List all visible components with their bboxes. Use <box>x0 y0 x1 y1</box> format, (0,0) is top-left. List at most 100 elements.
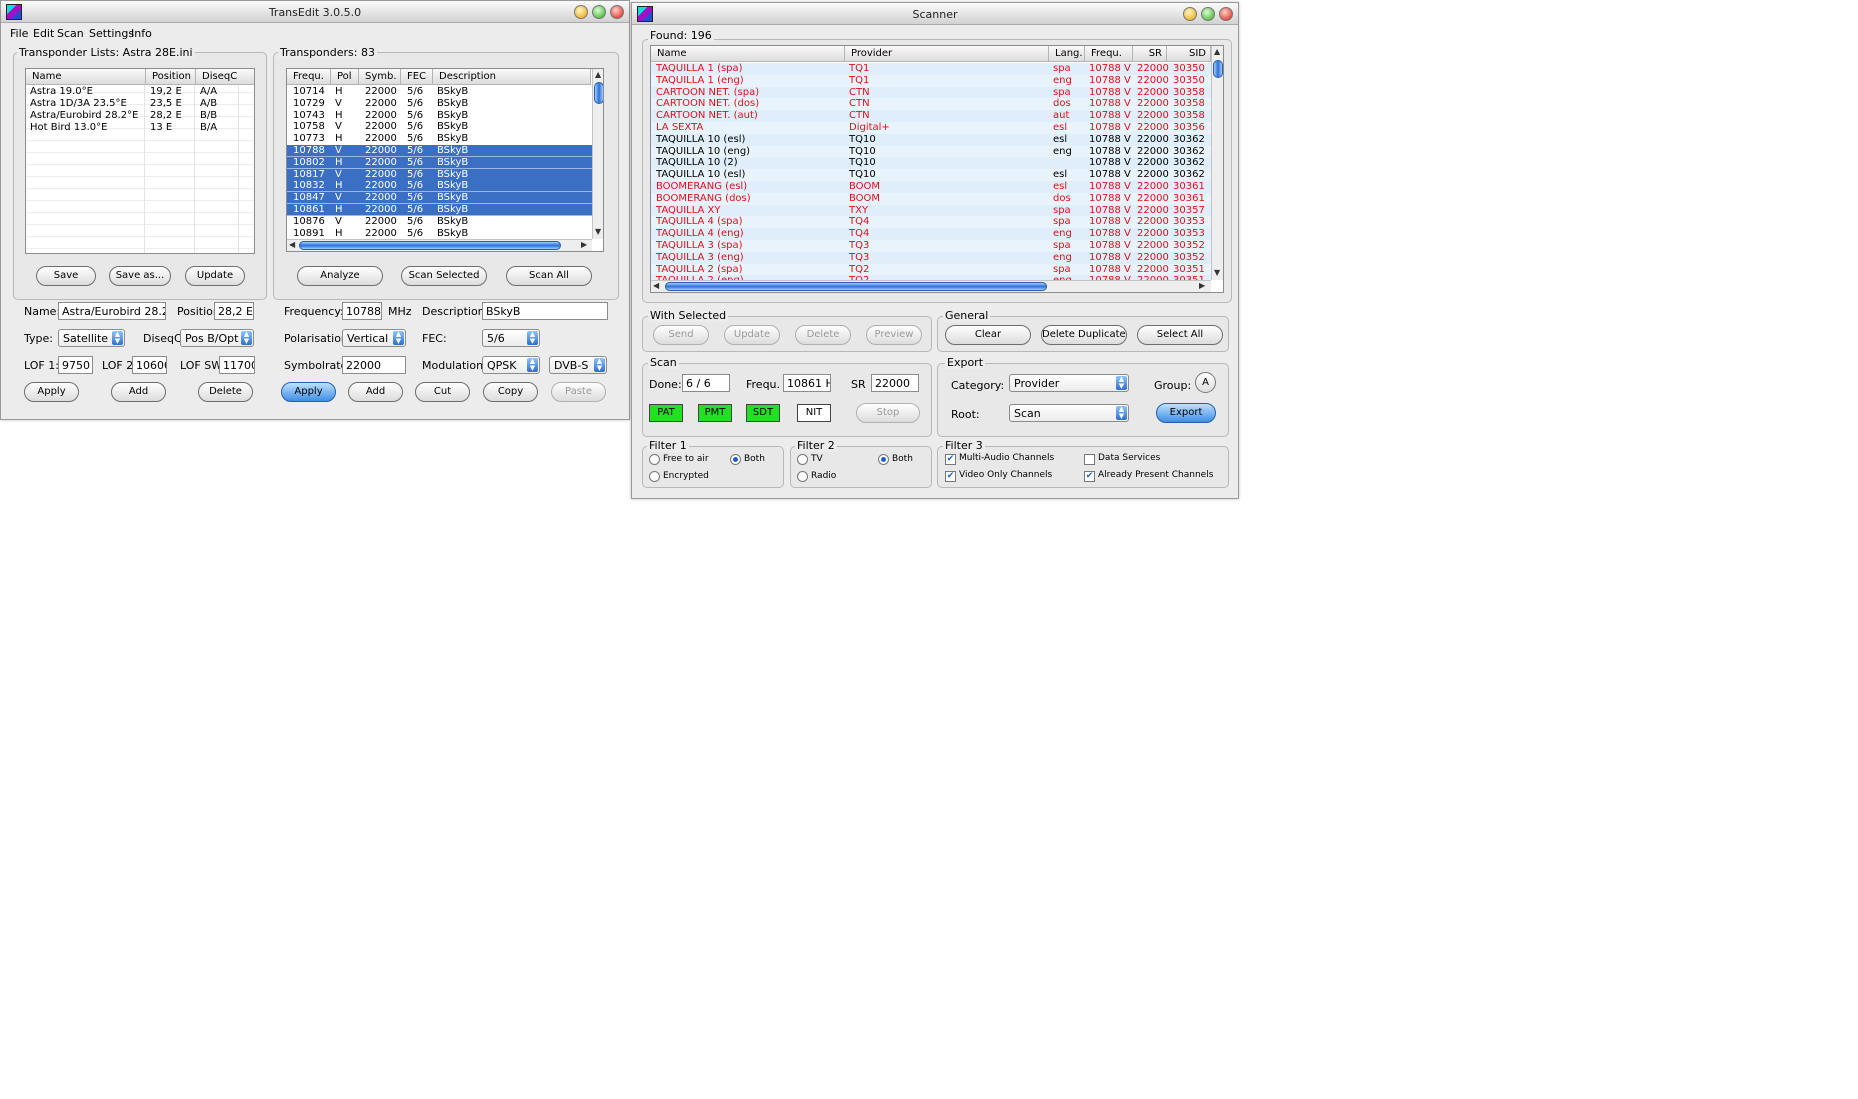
diseqc-select[interactable]: Pos B/Opt B ▲ ▼ <box>180 329 254 347</box>
delete-button[interactable]: Delete <box>795 325 851 345</box>
filter1-both-radio[interactable] <box>730 454 741 465</box>
transponders-vscroll[interactable]: ▲ ▼ <box>592 69 603 239</box>
col-header-frequ[interactable]: Frequ. <box>1085 46 1133 62</box>
free-to-air-radio[interactable] <box>649 454 660 465</box>
transedit-titlebar[interactable]: TransEdit 3.0.5.0 <box>1 1 629 23</box>
cut-button[interactable]: Cut <box>415 382 470 402</box>
name-field[interactable]: Astra/Eurobird 28.2°E <box>58 302 166 320</box>
multi-audio-checkbox[interactable]: ✔ <box>945 454 956 465</box>
fec-select[interactable]: 5/6 ▲ ▼ <box>482 329 540 347</box>
col-header-frequ[interactable]: Frequ. <box>287 69 331 85</box>
channel-row[interactable]: TAQUILLA 2 (spa) TQ2 spa 10788 V 22000 30351 <box>651 263 1211 276</box>
transponder-row[interactable]: 10876 V 22000 5/6 BSkyB <box>287 216 592 228</box>
position-field[interactable]: 28,2 E <box>214 302 254 320</box>
transponder-row[interactable]: 10773 H 22000 5/6 BSkyB <box>287 133 592 145</box>
data-services-checkbox[interactable] <box>1084 454 1095 465</box>
channel-row[interactable]: TAQUILLA 3 (eng) TQ3 eng 10788 V 22000 30352 <box>651 251 1211 264</box>
channel-row[interactable]: CARTOON NET. (dos) CTN dos 10788 V 22000 3035… <box>651 98 1211 111</box>
transponder-row[interactable]: 10891 H 22000 5/6 BSkyB <box>287 228 592 240</box>
menu-scan[interactable]: Scan <box>57 27 84 40</box>
apply-transponder-button[interactable]: Apply <box>281 382 336 402</box>
lofsw-field[interactable]: 11700 <box>219 356 255 374</box>
hscroll-thumb[interactable] <box>665 282 1047 291</box>
scroll-thumb[interactable] <box>594 82 603 104</box>
transponder-row[interactable]: 10802 H 22000 5/6 BSkyB <box>287 156 592 169</box>
menu-file[interactable]: File <box>10 27 28 40</box>
apply-satellite-button[interactable]: Apply <box>24 382 79 402</box>
analyze-button[interactable]: Analyze <box>297 266 383 286</box>
delete-satellite-button[interactable]: Delete <box>198 382 253 402</box>
lof2-field[interactable]: 10600 <box>132 356 167 374</box>
group-button[interactable]: A <box>1195 372 1216 393</box>
col-header-sid[interactable]: SID <box>1167 46 1211 62</box>
scroll-left-icon[interactable]: ◀ <box>653 281 659 290</box>
scroll-up-icon[interactable]: ▲ <box>595 70 601 79</box>
preview-button[interactable]: Preview <box>866 325 922 345</box>
scroll-down-icon[interactable]: ▼ <box>1214 268 1220 277</box>
channel-row[interactable]: TAQUILLA 10 (eng) TQ10 eng 10788 V 22000 3036… <box>651 145 1211 158</box>
list-row[interactable]: Astra/Eurobird 28.2°E 28,2 E B/B <box>26 110 254 122</box>
send-button[interactable]: Send <box>653 325 709 345</box>
col-header-provider[interactable]: Provider <box>845 46 1049 62</box>
update-list-button[interactable]: Update <box>185 266 245 286</box>
add-transponder-button[interactable]: Add <box>348 382 403 402</box>
radio-radio[interactable] <box>797 471 808 482</box>
channel-row[interactable]: CARTOON NET. (aut) CTN aut 10788 V 22000 3035… <box>651 110 1211 123</box>
clear-button[interactable]: Clear <box>945 325 1031 345</box>
transponder-row[interactable]: 10861 H 22000 5/6 BSkyB <box>287 204 592 216</box>
col-header-symb[interactable]: Symb. <box>359 69 401 85</box>
channel-row[interactable]: TAQUILLA 10 (2) TQ10 10788 V 22000 30362 <box>651 157 1211 170</box>
polarisation-select[interactable]: Vertical ▲ ▼ <box>342 329 406 347</box>
menu-info[interactable]: Info <box>131 27 152 40</box>
scroll-down-icon[interactable]: ▼ <box>595 227 601 236</box>
type-select[interactable]: Satellite ▲ ▼ <box>58 329 125 347</box>
close-icon[interactable] <box>1219 7 1233 21</box>
frequency-field[interactable]: 10788 <box>342 302 382 320</box>
copy-button[interactable]: Copy <box>483 382 538 402</box>
minimize-icon[interactable] <box>574 5 588 19</box>
menu-settings[interactable]: Settings <box>89 27 134 40</box>
channel-row[interactable]: TAQUILLA XY TXY spa 10788 V 22000 30357 <box>651 204 1211 217</box>
transponder-row[interactable]: 10729 V 22000 5/6 BSkyB <box>287 98 592 110</box>
scan-selected-button[interactable]: Scan Selected <box>401 266 487 286</box>
channel-row[interactable]: TAQUILLA 1 (spa) TQ1 spa 10788 V 22000 30350 <box>651 63 1211 75</box>
channel-row[interactable]: TAQUILLA 10 (esl) TQ10 esl 10788 V 22000 3036… <box>651 169 1211 182</box>
modulation-select[interactable]: QPSK ▲ ▼ <box>482 356 540 374</box>
transponders-table[interactable]: Frequ. Pol Symb. FEC Description 10714 H 2… <box>286 68 604 252</box>
col-header-fec[interactable]: FEC <box>401 69 433 85</box>
col-header-description[interactable]: Description <box>433 69 591 85</box>
scroll-thumb[interactable] <box>1213 60 1223 78</box>
stop-button[interactable]: Stop <box>856 403 920 423</box>
delete-duplicates-button[interactable]: Delete Duplicates <box>1041 325 1127 345</box>
minimize-icon[interactable] <box>1183 7 1197 21</box>
col-header-name[interactable]: Name <box>651 46 845 62</box>
tv-radio[interactable] <box>797 454 808 465</box>
standard-select[interactable]: DVB-S ▲ ▼ <box>549 356 607 374</box>
scroll-up-icon[interactable]: ▲ <box>1214 47 1220 56</box>
save-button[interactable]: Save <box>36 266 96 286</box>
already-present-checkbox[interactable]: ✔ <box>1084 471 1095 482</box>
channel-row[interactable]: BOOMERANG (esl) BOOM esl 10788 V 22000 30361 <box>651 181 1211 193</box>
channel-row[interactable]: TAQUILLA 3 (spa) TQ3 spa 10788 V 22000 30352 <box>651 240 1211 252</box>
description-field[interactable]: BSkyB <box>482 302 608 320</box>
update-button[interactable]: Update <box>724 325 780 345</box>
lof1-field[interactable]: 9750 <box>58 356 93 374</box>
transponder-row[interactable]: 10817 V 22000 5/6 BSkyB <box>287 168 592 181</box>
transponder-row[interactable]: 10758 V 22000 5/6 BSkyB <box>287 121 592 133</box>
col-header-lang[interactable]: Lang. <box>1049 46 1085 62</box>
transponder-lists-table[interactable]: Name Position DiseqC Astra 19.0°E 19,2 EA… <box>25 68 255 254</box>
encrypted-radio[interactable] <box>649 471 660 482</box>
col-header-name[interactable]: Name <box>26 69 146 85</box>
col-header-position[interactable]: Position <box>146 69 196 85</box>
video-only-checkbox[interactable]: ✔ <box>945 471 956 482</box>
transponder-row[interactable]: 10847 V 22000 5/6 BSkyB <box>287 192 592 205</box>
zoom-icon[interactable] <box>592 5 606 19</box>
channels-vscroll[interactable]: ▲ ▼ <box>1211 46 1223 280</box>
scan-all-button[interactable]: Scan All <box>506 266 592 286</box>
channels-hscroll[interactable]: ◀ ▶ <box>651 280 1211 292</box>
transponder-row[interactable]: 10788 V 22000 5/6 BSkyB <box>287 145 592 157</box>
symbolrate-field[interactable]: 22000 <box>342 356 406 374</box>
col-header-sr[interactable]: SR <box>1133 46 1167 62</box>
save-as-button[interactable]: Save as... <box>109 266 171 286</box>
list-row[interactable]: Astra 19.0°E 19,2 E A/A <box>26 86 254 98</box>
